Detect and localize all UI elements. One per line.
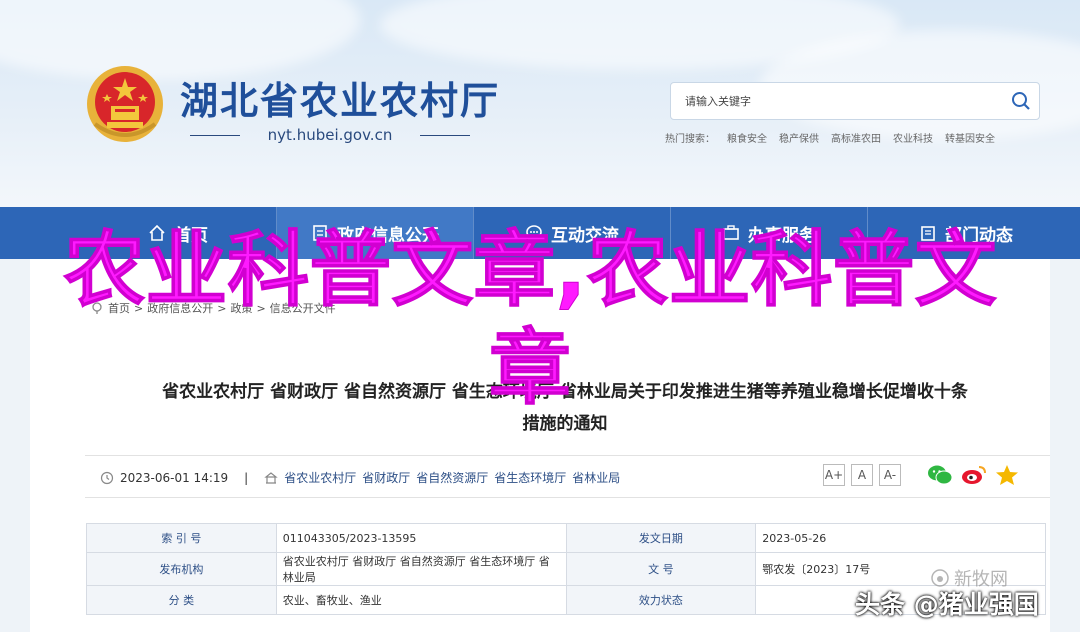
font-decrease-button[interactable]: A- [879,464,901,486]
font-increase-button[interactable]: A+ [823,464,845,486]
divider [85,497,1050,498]
site-title: 湖北省农业农村厅 [180,78,501,123]
weibo-icon [962,466,986,484]
publish-date: 2023-06-01 14:19 [120,470,229,485]
publisher-link[interactable]: 省农业农村厅 [284,469,356,486]
info-value: 农业、畜牧业、渔业 [275,585,567,615]
info-key: 文 号 [565,552,757,586]
table-row: 发布机构 省农业农村厅 省财政厅 省自然资源厅 省生态环境厅 省林业局 文 号 … [86,552,1046,586]
publisher-link[interactable]: 省生态环境厅 [494,469,566,486]
hot-search-link[interactable]: 高标准农田 [831,130,881,145]
wechat-share-button[interactable] [927,464,953,486]
hot-search-list: 热门搜索： 粮食安全 稳产保供 高标准农田 农业科技 转基因安全 [665,130,995,145]
meta-separator: | [244,470,249,485]
site-domain: nyt.hubei.gov.cn [180,126,480,144]
hot-search-link[interactable]: 粮食安全 [727,130,767,145]
search-icon [1012,92,1030,110]
site-header: 湖北省农业农村厅 nyt.hubei.gov.cn 热门搜索： 粮食安全 稳产保… [0,0,1080,207]
hot-search-link[interactable]: 农业科技 [893,130,933,145]
info-value: 省农业农村厅 省财政厅 省自然资源厅 省生态环境厅 省林业局 [275,552,567,586]
publisher-link[interactable]: 省自然资源厅 [416,469,488,486]
search-button[interactable] [1003,83,1039,119]
article-meta: 2023-06-01 14:19 | 省农业农村厅 省财政厅 省自然资源厅 省生… [100,469,620,486]
info-key: 发布机构 [86,552,277,586]
publisher-link[interactable]: 省财政厅 [362,469,410,486]
hot-search-label: 热门搜索： [665,134,715,145]
overlay-headline: 农业科普文章,农业科普文章 [63,223,997,417]
clock-icon [100,471,114,484]
divider [85,455,1050,456]
hot-search-link[interactable]: 稳产保供 [779,130,819,145]
info-key: 分 类 [86,585,277,615]
info-key: 效力状态 [565,585,757,615]
star-icon [996,465,1018,485]
cloud-decoration [0,0,360,80]
search-box [670,82,1040,120]
author-watermark: 头条 @猪业强国 [855,590,1039,619]
publisher-link[interactable]: 省林业局 [572,469,620,486]
national-emblem-icon [87,66,163,142]
favorite-share-button[interactable] [995,464,1019,486]
table-row: 索 引 号 011043305/2023-13595 发文日期 2023-05-… [86,523,1046,553]
font-default-button[interactable]: A [851,464,873,486]
info-key: 索 引 号 [86,523,277,553]
article-tools: A+ A A- [823,464,1019,486]
info-key: 发文日期 [565,523,757,553]
weibo-share-button[interactable] [961,464,987,486]
info-value: 011043305/2023-13595 [275,523,567,553]
info-value: 2023-05-26 [755,523,1046,553]
hot-search-link[interactable]: 转基因安全 [945,130,995,145]
search-input[interactable] [671,83,1003,119]
wechat-icon [928,465,953,485]
share-buttons [927,464,1019,486]
organization-icon [264,471,278,484]
